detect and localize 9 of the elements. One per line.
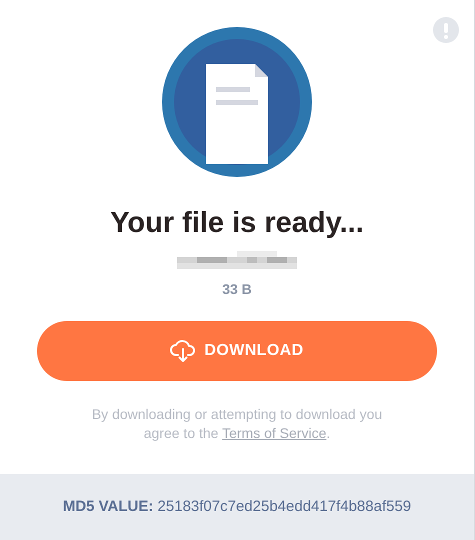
terms-notice: By downloading or attempting to download you agree to the Terms of Service. bbox=[90, 405, 384, 443]
md5-value: MD5 VALUE: 25183f07c7ed25b4edd417f4b88af559 bbox=[62, 496, 412, 517]
download-button[interactable]: DOWNLOAD bbox=[37, 321, 437, 381]
document-icon bbox=[162, 27, 312, 177]
file-size: 33 B bbox=[222, 280, 252, 299]
cloud-download-icon bbox=[170, 339, 196, 363]
alert-icon[interactable] bbox=[433, 17, 459, 43]
terms-link[interactable]: Terms of Service bbox=[222, 425, 326, 441]
heading: Your file is ready... bbox=[110, 206, 364, 241]
